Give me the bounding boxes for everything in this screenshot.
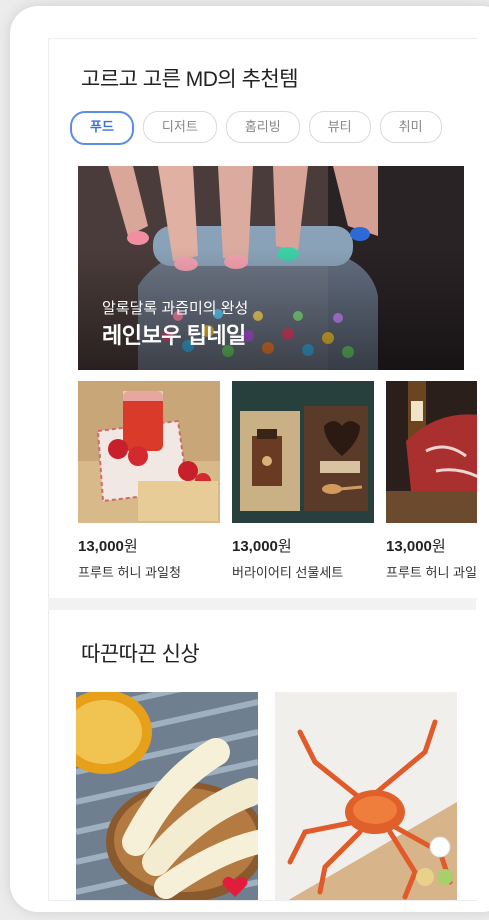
- product-price: 13,000: [386, 538, 432, 555]
- product-image: [275, 692, 457, 900]
- product-price: 13,000: [78, 538, 124, 555]
- product-image: [232, 381, 374, 523]
- chip-beauty[interactable]: 뷰티: [308, 111, 371, 143]
- category-chips: 푸드 디저트 홈리빙 뷰티 취미: [70, 111, 442, 145]
- md-recommend-section: 고르고 고른 MD의 추천템 푸드 디저트 홈리빙 뷰티 취미 알록달록 과즙미…: [48, 38, 477, 600]
- product-price: 13,000: [232, 538, 278, 555]
- new-arrivals-section: 따끈따끈 신상: [48, 610, 477, 901]
- hero-title: 레인보우 팁네일: [102, 323, 246, 348]
- phone-frame: 고르고 고른 MD의 추천템 푸드 디저트 홈리빙 뷰티 취미 알록달록 과즙미…: [10, 6, 489, 912]
- product-card[interactable]: 13,000원 버라이어티 선물세트: [232, 381, 374, 581]
- hero-subtitle: 알록달록 과즙미의 완성: [102, 300, 249, 317]
- chip-food[interactable]: 푸드: [70, 111, 134, 145]
- product-image: [78, 381, 220, 523]
- chip-dessert[interactable]: 디저트: [142, 111, 217, 143]
- heart-icon[interactable]: [222, 876, 248, 898]
- section-divider: [48, 598, 476, 610]
- product-name: 프루트 허니 과일청: [386, 565, 477, 580]
- new-product-card[interactable]: [275, 692, 457, 900]
- hero-banner[interactable]: 알록달록 과즙미의 완성 레인보우 팁네일: [78, 166, 464, 370]
- chip-hobby[interactable]: 취미: [379, 111, 442, 143]
- product-carousel: 13,000원 프루트 허니 과일청 13,000원 버라이어티 선물세트 13…: [78, 381, 477, 581]
- product-image: [76, 692, 258, 900]
- price-unit: 원: [431, 538, 446, 555]
- product-card[interactable]: 13,000원 프루트 허니 과일청: [386, 381, 477, 581]
- price-unit: 원: [123, 538, 138, 555]
- section-title: 따끈따끈 신상: [81, 643, 200, 666]
- section-title: 고르고 고른 MD의 추천템: [81, 68, 299, 91]
- product-card[interactable]: 13,000원 프루트 허니 과일청: [78, 381, 220, 581]
- new-arrivals-list: [76, 692, 457, 900]
- product-name: 버라이어티 선물세트: [232, 565, 344, 580]
- product-name: 프루트 허니 과일청: [78, 565, 181, 580]
- product-image: [386, 381, 477, 523]
- new-product-card[interactable]: [76, 692, 258, 900]
- chip-home-living[interactable]: 홈리빙: [225, 111, 300, 143]
- price-unit: 원: [277, 538, 292, 555]
